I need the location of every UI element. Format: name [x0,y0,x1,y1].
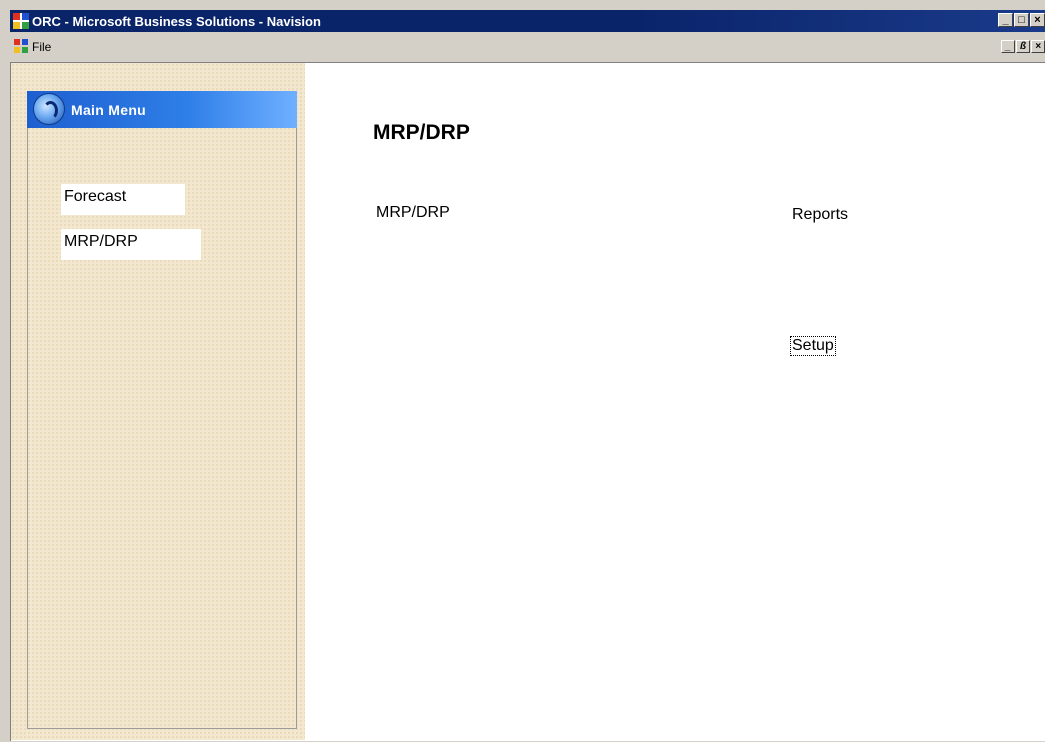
close-icon: × [1034,14,1041,26]
mdi-restore-button[interactable]: ß [1016,40,1030,53]
navision-logo-icon [33,93,65,125]
close-button[interactable]: × [1030,13,1045,27]
reports-link[interactable]: Reports [792,206,848,224]
maximize-button[interactable]: □ [1014,13,1029,27]
restore-icon: ß [1019,41,1027,52]
app-icon[interactable] [13,13,29,29]
sidebar-item-mrp-drp[interactable]: MRP/DRP [61,229,201,260]
menubar: File _ ß × [10,32,1045,62]
minimize-button[interactable]: _ [998,13,1013,27]
close-icon: × [1035,41,1041,52]
main-menu-header: Main Menu [27,91,297,128]
mrp-drp-link[interactable]: MRP/DRP [376,204,450,222]
main-menu-sidebar: Main Menu Forecast MRP/DRP [11,63,305,740]
mdi-controls: _ ß × [1000,40,1045,53]
window-title: ORC - Microsoft Business Solutions - Nav… [32,13,321,29]
page-title: MRP/DRP [373,121,470,144]
minimize-icon: _ [1002,14,1009,26]
mdi-minimize-button[interactable]: _ [1001,40,1015,53]
minimize-icon: _ [1005,41,1011,52]
setup-link[interactable]: Setup [790,336,836,356]
sidebar-item-forecast[interactable]: Forecast [61,184,185,215]
window-titlebar[interactable]: ORC - Microsoft Business Solutions - Nav… [10,10,1045,32]
main-menu-title: Main Menu [71,102,147,118]
maximize-icon: □ [1018,14,1025,26]
document-icon[interactable] [14,39,28,53]
mdi-close-button[interactable]: × [1031,40,1045,53]
window-controls: _ □ × [997,13,1045,27]
file-menu[interactable]: File [32,40,51,54]
client-area: Main Menu Forecast MRP/DRP MRP/DRP MRP/D… [10,62,1045,741]
